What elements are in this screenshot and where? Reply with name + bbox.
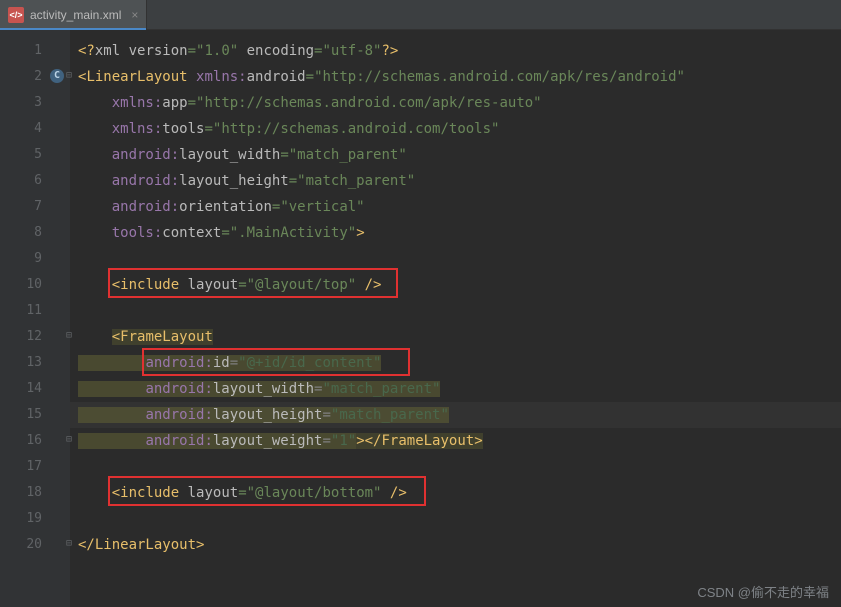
code-area[interactable]: <?xml version="1.0" encoding="utf-8"?> <… — [70, 30, 841, 607]
code-line: <?xml version="1.0" encoding="utf-8"?> — [70, 38, 841, 64]
code-line: <LinearLayout xmlns:android="http://sche… — [70, 64, 841, 90]
close-icon[interactable]: × — [131, 8, 138, 22]
code-line: android:layout_width="match_parent" — [70, 142, 841, 168]
code-line: xmlns:tools="http://schemas.android.com/… — [70, 116, 841, 142]
code-line — [70, 454, 841, 480]
line-number: 14 — [0, 376, 70, 402]
line-number: 20⊟ — [0, 532, 70, 558]
tab-label: activity_main.xml — [30, 8, 121, 22]
code-line: </LinearLayout> — [70, 532, 841, 558]
editor: 1 2C⊟ 3 4 5 6 7 8 9 10 11 12⊟ 13 14 15 1… — [0, 30, 841, 607]
line-number: 7 — [0, 194, 70, 220]
line-number: 9 — [0, 246, 70, 272]
line-number: 19 — [0, 506, 70, 532]
code-line — [70, 246, 841, 272]
line-number: 11 — [0, 298, 70, 324]
code-line: android:layout_weight="1"></FrameLayout> — [70, 428, 841, 454]
code-line: android:layout_height="match_parent" — [70, 168, 841, 194]
line-number: 16⊟ — [0, 428, 70, 454]
code-line: android:id="@+id/id_content" — [70, 350, 841, 376]
line-number: 3 — [0, 90, 70, 116]
code-line: <FrameLayout — [70, 324, 841, 350]
line-number: 18 — [0, 480, 70, 506]
code-line: tools:context=".MainActivity"> — [70, 220, 841, 246]
tab-activity-main[interactable]: </> activity_main.xml × — [0, 0, 147, 29]
code-line — [70, 298, 841, 324]
line-number: 8 — [0, 220, 70, 246]
line-number: 13 — [0, 350, 70, 376]
code-line — [70, 506, 841, 532]
line-number: 4 — [0, 116, 70, 142]
code-line: android:layout_height="match_parent" — [70, 402, 841, 428]
code-line: <include layout="@layout/top" /> — [70, 272, 841, 298]
code-line: xmlns:app="http://schemas.android.com/ap… — [70, 90, 841, 116]
line-number: 2C⊟ — [0, 64, 70, 90]
line-number: 12⊟ — [0, 324, 70, 350]
line-number: 1 — [0, 38, 70, 64]
code-line: android:orientation="vertical" — [70, 194, 841, 220]
line-number: 10 — [0, 272, 70, 298]
xml-file-icon: </> — [8, 7, 24, 23]
code-line: android:layout_width="match_parent" — [70, 376, 841, 402]
line-number: 6 — [0, 168, 70, 194]
code-line: <include layout="@layout/bottom" /> — [70, 480, 841, 506]
line-number: 17 — [0, 454, 70, 480]
line-number: 5 — [0, 142, 70, 168]
gutter: 1 2C⊟ 3 4 5 6 7 8 9 10 11 12⊟ 13 14 15 1… — [0, 30, 70, 607]
line-number: 15 — [0, 402, 70, 428]
tab-bar: </> activity_main.xml × — [0, 0, 841, 30]
